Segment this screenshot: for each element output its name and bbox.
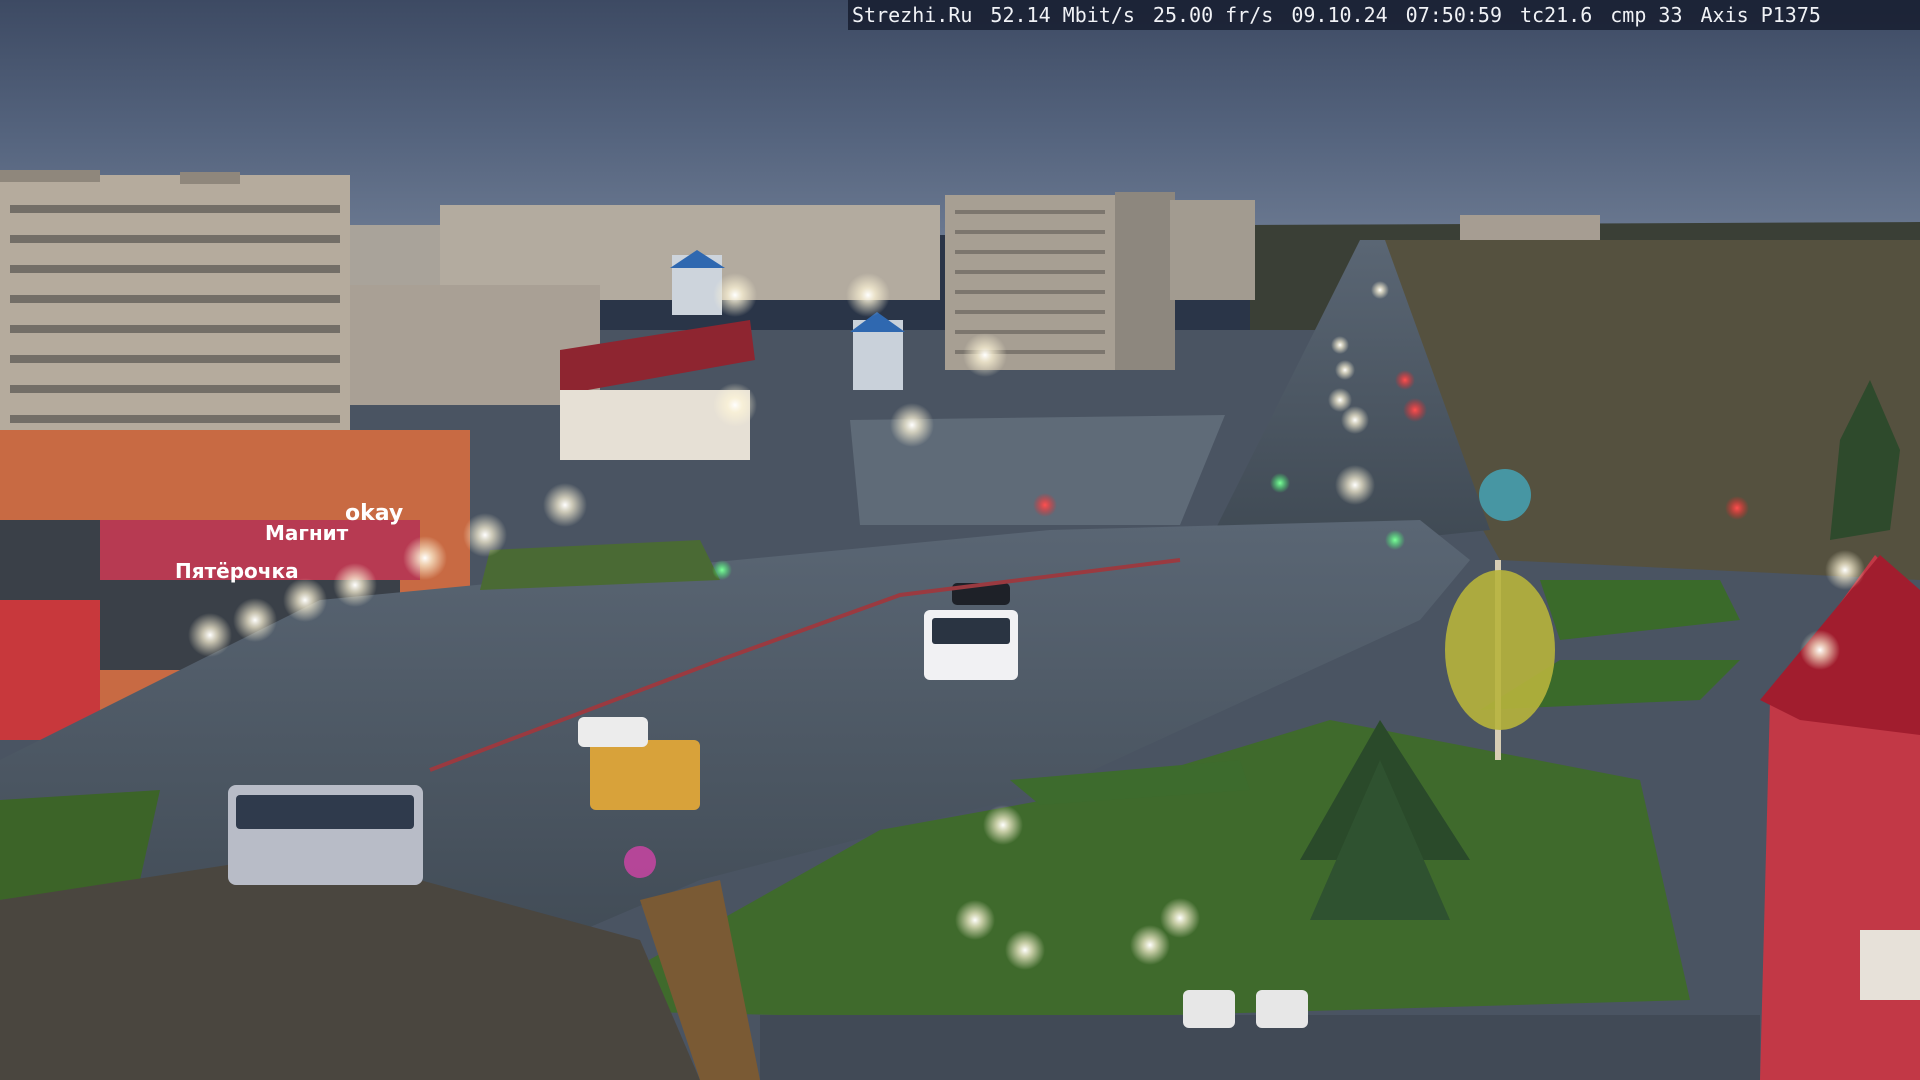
store-sign-1: Пятёрочка: [175, 559, 299, 583]
store-sign-3: okay: [345, 501, 403, 526]
osd-date: 09.10.24: [1291, 3, 1388, 27]
festive-light-sculpture: [624, 846, 656, 878]
parked-car-2: [1256, 990, 1308, 1028]
grey-bus-windows: [236, 795, 414, 829]
yellow-birch-canopy: [1445, 570, 1555, 730]
white-car: [578, 717, 648, 747]
osd-time: 07:50:59: [1405, 3, 1502, 27]
white-bus-windows: [932, 618, 1010, 644]
osd-cmp: cmp 33: [1610, 3, 1683, 27]
osd-tc: tc21.6: [1520, 3, 1593, 27]
store-sign-2: Магнит: [265, 521, 349, 545]
camera-osd-overlay: Strezhi.Ru 52.14 Mbit/s 25.00 fr/s 09.10.24…: [848, 0, 1920, 30]
yellow-bus: [590, 740, 700, 810]
camera-scene: Пятёрочка Магнит okay: [0, 0, 1920, 1080]
osd-bitrate: 52.14 Mbit/s: [990, 3, 1135, 27]
festive-light-tree: [1479, 469, 1531, 521]
osd-camera: Axis P1375: [1700, 3, 1821, 27]
osd-site: Strezhi.Ru: [852, 3, 973, 27]
parked-car-1: [1183, 990, 1235, 1028]
osd-framerate: 25.00 fr/s: [1152, 3, 1274, 27]
